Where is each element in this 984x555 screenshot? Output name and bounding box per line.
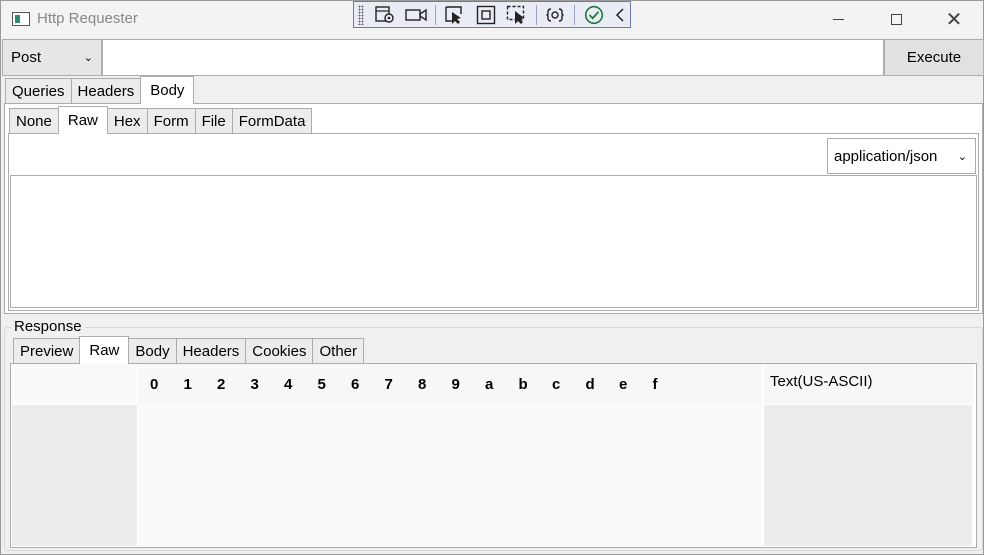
hex-column-label: 3 bbox=[250, 376, 259, 393]
live-visual-tree-icon[interactable] bbox=[370, 3, 399, 26]
check-circle-icon[interactable] bbox=[579, 3, 608, 26]
hex-column-label: a bbox=[485, 376, 494, 393]
window-title: Http Requester bbox=[37, 10, 138, 27]
hot-reload-icon[interactable] bbox=[541, 3, 570, 26]
tab-label: Headers bbox=[182, 343, 240, 360]
chevron-down-icon: ⌄ bbox=[957, 151, 967, 163]
hex-column-label: 5 bbox=[317, 376, 326, 393]
hex-column-label: 6 bbox=[351, 376, 360, 393]
tab-label: Other bbox=[319, 343, 357, 360]
maximize-button[interactable] bbox=[867, 1, 925, 38]
track-focused-element-icon[interactable] bbox=[502, 3, 531, 26]
toolbar-separator bbox=[574, 4, 576, 25]
tab-preview[interactable]: Preview bbox=[13, 338, 81, 364]
tab-label: Hex bbox=[113, 113, 141, 130]
content-type-select[interactable]: application/json ⌄ bbox=[827, 138, 976, 174]
content-type-value: application/json bbox=[834, 147, 938, 165]
tab-response-raw[interactable]: Raw bbox=[79, 336, 130, 364]
close-icon: ✕ bbox=[945, 8, 963, 31]
hex-column-label: d bbox=[585, 376, 595, 393]
raw-body-editor[interactable] bbox=[10, 175, 977, 308]
hex-column-label: c bbox=[552, 376, 561, 393]
url-input[interactable] bbox=[102, 39, 884, 76]
body-type-tabs: None Raw Hex Form File FormData bbox=[9, 106, 313, 134]
tab-headers[interactable]: Headers bbox=[70, 78, 142, 104]
response-label: Response bbox=[11, 318, 85, 335]
minimize-icon bbox=[832, 19, 844, 20]
tab-response-headers[interactable]: Headers bbox=[175, 338, 247, 364]
hex-column-label: 8 bbox=[418, 376, 427, 393]
tab-raw[interactable]: Raw bbox=[57, 106, 108, 134]
hex-column-label: 7 bbox=[384, 376, 393, 393]
hex-column-label: 4 bbox=[284, 376, 293, 393]
tab-response-body[interactable]: Body bbox=[128, 338, 177, 364]
toolbar-separator bbox=[535, 4, 537, 25]
tab-other[interactable]: Other bbox=[312, 338, 364, 364]
minimize-button[interactable] bbox=[809, 1, 867, 38]
method-value: Post bbox=[11, 49, 42, 66]
offset-column bbox=[12, 405, 137, 546]
hex-column-label: b bbox=[518, 376, 528, 393]
chevron-down-icon: ⌄ bbox=[83, 52, 93, 64]
hex-column-label: 2 bbox=[217, 376, 226, 393]
tab-body[interactable]: Body bbox=[140, 76, 195, 104]
ascii-column-header: Text(US-ASCII) bbox=[764, 364, 974, 404]
tab-label: File bbox=[201, 113, 226, 130]
record-video-icon[interactable] bbox=[401, 3, 430, 26]
hex-data-area[interactable] bbox=[138, 405, 762, 546]
tab-none[interactable]: None bbox=[9, 108, 59, 134]
tab-form[interactable]: Form bbox=[146, 108, 196, 134]
tab-label: Raw bbox=[67, 112, 98, 129]
tab-label: Body bbox=[150, 82, 185, 99]
tab-label: Queries bbox=[12, 83, 65, 100]
hex-column-header: 0 1 2 3 4 5 6 7 8 9 a b c d e f bbox=[138, 364, 762, 404]
display-layout-adorners-icon[interactable] bbox=[471, 3, 500, 26]
hex-column-label: f bbox=[652, 376, 658, 393]
response-tabs: Preview Raw Body Headers Cookies Other bbox=[13, 336, 364, 364]
execute-button[interactable]: Execute bbox=[884, 39, 984, 76]
toolbar-grip-icon[interactable] bbox=[358, 4, 364, 25]
tab-label: None bbox=[16, 113, 52, 130]
tab-hex[interactable]: Hex bbox=[106, 108, 148, 134]
tab-label: Raw bbox=[89, 342, 120, 359]
tab-queries[interactable]: Queries bbox=[5, 78, 72, 104]
offset-header bbox=[12, 364, 137, 404]
toolbar-separator bbox=[434, 4, 436, 25]
tab-label: Headers bbox=[77, 83, 135, 100]
close-button[interactable]: ✕ bbox=[925, 1, 983, 38]
request-tabs: Queries Headers Body bbox=[5, 76, 195, 104]
hex-column-label: e bbox=[619, 376, 628, 393]
tab-label: Form bbox=[153, 113, 189, 130]
app-window: Http Requester ✕ Post ⌄ Execute Queries … bbox=[0, 0, 984, 555]
tab-cookies[interactable]: Cookies bbox=[245, 338, 314, 364]
debug-toolbar bbox=[353, 1, 631, 28]
hex-column-label: 0 bbox=[150, 376, 159, 393]
maximize-icon bbox=[890, 14, 902, 25]
collapse-toolbar-icon[interactable] bbox=[610, 3, 630, 26]
hex-column-label: 1 bbox=[183, 376, 192, 393]
tab-label: Body bbox=[135, 343, 170, 360]
tab-formdata[interactable]: FormData bbox=[231, 108, 313, 134]
app-icon bbox=[12, 12, 30, 26]
tab-label: Preview bbox=[20, 343, 74, 360]
tab-label: Cookies bbox=[252, 343, 307, 360]
tab-label: FormData bbox=[238, 113, 306, 130]
hex-column-label: 9 bbox=[451, 376, 460, 393]
method-select[interactable]: Post ⌄ bbox=[2, 39, 102, 76]
tab-file[interactable]: File bbox=[194, 108, 233, 134]
select-element-icon[interactable] bbox=[440, 3, 469, 26]
ascii-data-area[interactable] bbox=[764, 405, 972, 546]
